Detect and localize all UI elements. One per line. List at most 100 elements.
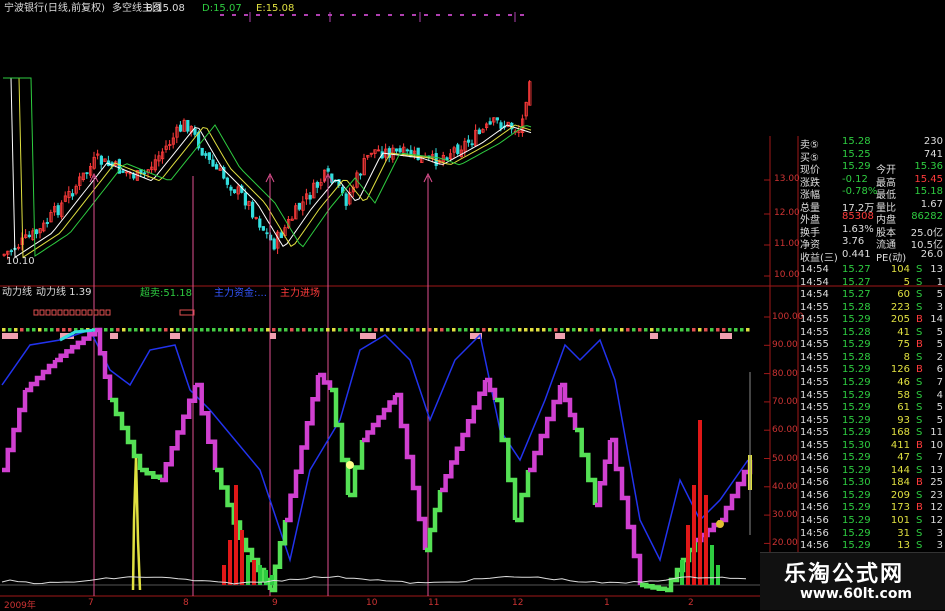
- signal-dot: [350, 328, 354, 332]
- signal-dot: [26, 328, 30, 332]
- candle-body: [358, 173, 363, 176]
- top-mark: [496, 14, 500, 16]
- signal-dot: [14, 328, 18, 332]
- candle-body: [211, 159, 215, 167]
- candle-body: [398, 148, 402, 153]
- signal-dot: [320, 328, 324, 332]
- signal-dot: [662, 328, 666, 332]
- time-axis-label: 8: [183, 598, 189, 608]
- d-value: D:15.07: [202, 3, 242, 14]
- quote-value: -0.78%: [842, 186, 878, 197]
- tick-row: 14:56 15.29 47 S 7: [798, 452, 945, 464]
- tick-price: 15.29: [842, 540, 871, 552]
- signal-dot: [722, 328, 726, 332]
- tick-price: 15.27: [842, 264, 871, 275]
- candle-body: [499, 122, 503, 129]
- signal-block: [360, 333, 376, 339]
- top-mark: [352, 14, 356, 16]
- tick-count: 3: [936, 301, 943, 313]
- candle-body: [121, 170, 125, 173]
- signal-block: [110, 333, 118, 339]
- indicator-box: [51, 309, 57, 316]
- tick-row: 14:55 15.29 46 S 7: [798, 377, 945, 389]
- quote-row: 净资 3.76 流通 10.5亿: [798, 236, 945, 251]
- top-mark: [400, 14, 404, 16]
- signal-block: [720, 333, 732, 339]
- tick-count: 7: [936, 452, 943, 464]
- tick-price: 15.28: [842, 351, 871, 363]
- signal-dot: [596, 328, 600, 332]
- signal-dot: [710, 328, 714, 332]
- signal-dot: [566, 328, 570, 332]
- tick-row: 14:54 15.27 104 S 13: [798, 264, 945, 276]
- time-axis-label: 7: [88, 598, 94, 608]
- tick-row: 14:56 15.29 144 S 13: [798, 465, 945, 477]
- signal-dot: [116, 328, 120, 332]
- signal-dot: [368, 328, 372, 332]
- tick-time: 14:55: [800, 427, 829, 439]
- candle-body: [297, 202, 302, 210]
- volume-bar: [270, 575, 274, 585]
- time-axis-label: 12: [512, 598, 524, 608]
- signal-dot: [590, 328, 594, 332]
- indicator-box: [93, 309, 99, 316]
- signal-dot: [548, 328, 552, 332]
- volume-bar: [686, 525, 690, 585]
- signal-dot: [692, 328, 696, 332]
- signal-dot: [470, 328, 474, 332]
- tick-side: S: [916, 452, 923, 464]
- tick-volume: 173: [890, 502, 910, 514]
- tick-price: 15.29: [842, 452, 871, 464]
- tick-volume: 126: [890, 364, 910, 376]
- quote-value: 3.76: [842, 236, 865, 247]
- tick-time: 14:54: [800, 276, 829, 288]
- candle-body: [243, 192, 247, 206]
- indicator-box: [105, 309, 111, 316]
- tick-price: 15.29: [842, 464, 871, 476]
- tick-row: 14:54 15.27 5 S 1: [798, 277, 945, 289]
- signal-dot: [668, 328, 672, 332]
- volume-bar: [252, 560, 256, 585]
- tick-volume: 13: [897, 540, 910, 552]
- signal-dot: [536, 328, 540, 332]
- signal-dot: [152, 328, 156, 332]
- quote-value: 15.25: [842, 148, 871, 160]
- tick-side: B: [916, 314, 923, 326]
- candle-body: [71, 193, 75, 197]
- tick-side: S: [916, 376, 923, 388]
- tick-volume: 47: [897, 452, 910, 464]
- candle-body: [272, 238, 276, 250]
- signal-dot: [740, 328, 744, 332]
- tick-side: B: [916, 439, 923, 451]
- tick-volume: 31: [897, 527, 910, 539]
- indicator-axis-label: 80.00: [772, 368, 798, 379]
- indicator-box: [69, 309, 75, 316]
- signal-dot: [176, 328, 180, 332]
- volume-bar: [264, 570, 268, 585]
- tick-row: 14:54 15.27 60 S 5: [798, 289, 945, 301]
- signal-dot: [698, 328, 702, 332]
- time-axis-label: 2: [688, 598, 694, 608]
- indicator-name: 动力线: [2, 287, 32, 298]
- quote-value: 0.441: [842, 248, 871, 260]
- signal-dot: [614, 328, 618, 332]
- volume-bar: [240, 530, 244, 585]
- tick-time: 14:55: [800, 326, 829, 338]
- indicator-value: 动力线 1.39: [36, 287, 92, 298]
- signal-dot: [392, 328, 396, 332]
- tick-time: 14:55: [800, 301, 829, 313]
- signal-dot: [656, 328, 660, 332]
- signal-marker: [346, 461, 354, 469]
- candle-body: [495, 117, 500, 121]
- signal-dot: [344, 328, 348, 332]
- signal-dot: [356, 328, 360, 332]
- oscillator-segment: [2, 390, 28, 473]
- tick-count: 1: [936, 276, 943, 288]
- indicator-box: [81, 309, 87, 316]
- quote-value: 15.29: [842, 161, 871, 172]
- top-mark: [508, 14, 512, 16]
- tick-row: 14:56 15.29 209 S 23: [798, 490, 945, 502]
- quote-row: 卖⑤ 15.28 230: [798, 136, 945, 151]
- signal-dot: [632, 328, 636, 332]
- signal-dot: [530, 328, 534, 332]
